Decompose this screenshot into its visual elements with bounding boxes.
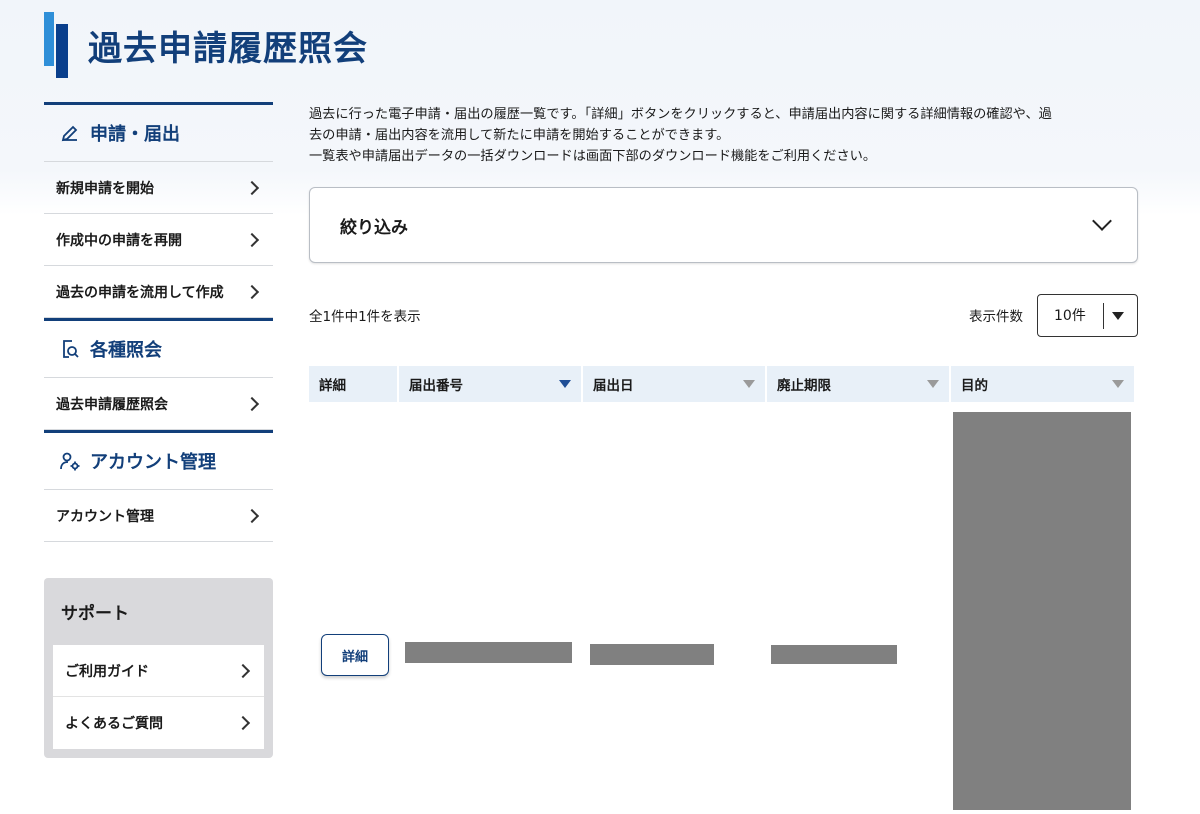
pencil-icon <box>61 125 78 142</box>
column-header-purpose[interactable]: 目的 <box>951 366 1134 402</box>
column-header-date[interactable]: 届出日 <box>583 366 765 402</box>
support-item-faq[interactable]: よくあるご質問 <box>53 697 264 749</box>
sort-icon[interactable] <box>1112 380 1124 388</box>
result-count-row: 全1件中1件を表示 表示件数 10件 <box>309 293 1138 337</box>
column-header-label: 廃止期限 <box>777 378 831 394</box>
sidebar-item-resume-draft[interactable]: 作成中の申請を再開 <box>44 214 273 266</box>
sidebar-item-history[interactable]: 過去申請履歴照会 <box>44 378 273 430</box>
sidebar-item-new-application[interactable]: 新規申請を開始 <box>44 162 273 214</box>
detail-button[interactable]: 詳細 <box>321 634 389 676</box>
support-item-guide[interactable]: ご利用ガイド <box>53 645 264 697</box>
redacted-number <box>405 642 572 663</box>
select-divider <box>1103 302 1104 329</box>
support-list: ご利用ガイド よくあるご質問 <box>53 645 264 749</box>
description-line: 去の申請・届出内容を流用して新たに申請を開始することができます。 <box>309 128 730 143</box>
description-line: 過去に行った電子申請・届出の履歴一覧です。「詳細」ボタンをクリックすると、申請届… <box>309 107 1052 122</box>
sort-icon[interactable] <box>927 380 939 388</box>
page-title: 過去申請履歴照会 <box>88 28 368 69</box>
sort-icon[interactable] <box>743 380 755 388</box>
sidebar-item-label: 過去申請履歴照会 <box>56 396 168 413</box>
chevron-down-icon <box>1092 211 1112 231</box>
page-description: 過去に行った電子申請・届出の履歴一覧です。「詳細」ボタンをクリックすると、申請届… <box>309 104 1138 167</box>
sidebar-section-heading: 各種照会 <box>90 340 162 361</box>
sidebar-section-heading: アカウント管理 <box>90 452 216 473</box>
sidebar-item-label: アカウント管理 <box>56 508 154 525</box>
sidebar-section-heading: 申請・届出 <box>90 124 180 145</box>
sidebar: 申請・届出 新規申請を開始 作成中の申請を再開 過去の申請を流用して作成 各種照… <box>44 102 273 758</box>
per-page-label: 表示件数 <box>969 309 1023 325</box>
column-header-label: 届出日 <box>593 378 634 394</box>
per-page-control: 表示件数 10件 <box>969 293 1138 337</box>
redacted-expiry <box>771 645 897 664</box>
sidebar-section-application: 申請・届出 <box>44 102 273 162</box>
sidebar-section-account: アカウント管理 <box>44 430 273 490</box>
table-header: 詳細 届出番号 届出日 廃止期限 目的 <box>309 366 1138 402</box>
sidebar-item-label: 過去の申請を流用して作成 <box>56 284 224 301</box>
chevron-right-icon <box>244 232 260 247</box>
user-gear-icon <box>60 452 80 471</box>
column-header-label: 目的 <box>961 378 988 394</box>
per-page-value: 10件 <box>1054 308 1086 324</box>
column-header-label: 詳細 <box>319 378 346 394</box>
chevron-right-icon <box>244 396 260 411</box>
column-header-detail: 詳細 <box>309 366 397 402</box>
per-page-select[interactable]: 10件 <box>1037 293 1138 337</box>
sidebar-section-inquiry: 各種照会 <box>44 318 273 378</box>
filter-label: 絞り込み <box>340 217 408 238</box>
chevron-right-icon <box>235 663 251 678</box>
support-item-label: よくあるご質問 <box>65 716 163 732</box>
sidebar-item-account[interactable]: アカウント管理 <box>44 490 273 542</box>
redacted-date <box>590 644 714 665</box>
chevron-right-icon <box>244 180 260 195</box>
sidebar-item-reuse-past[interactable]: 過去の申請を流用して作成 <box>44 266 273 318</box>
redacted-purpose <box>953 412 1131 810</box>
caret-down-icon <box>1112 311 1124 320</box>
description-line: 一覧表や申請届出データの一括ダウンロードは画面下部のダウンロード機能をご利用くだ… <box>309 149 877 164</box>
chevron-right-icon <box>235 715 251 731</box>
result-count: 全1件中1件を表示 <box>309 309 421 325</box>
chevron-right-icon <box>244 284 260 299</box>
sidebar-item-label: 作成中の申請を再開 <box>56 232 182 249</box>
column-header-number[interactable]: 届出番号 <box>399 366 581 402</box>
support-panel: サポート ご利用ガイド よくあるご質問 <box>44 578 273 758</box>
page-header: 過去申請履歴照会 <box>44 12 368 78</box>
column-header-label: 届出番号 <box>409 378 463 394</box>
chevron-right-icon <box>244 508 260 523</box>
main-content: 過去に行った電子申請・届出の履歴一覧です。「詳細」ボタンをクリックすると、申請届… <box>309 104 1138 810</box>
column-header-expiry[interactable]: 廃止期限 <box>767 366 949 402</box>
filter-accordion[interactable]: 絞り込み <box>309 187 1138 263</box>
document-search-icon <box>63 340 79 358</box>
sort-desc-icon[interactable] <box>559 380 571 388</box>
support-item-label: ご利用ガイド <box>65 663 149 680</box>
support-title: サポート <box>61 604 129 624</box>
title-accent-bar <box>44 12 68 78</box>
sidebar-item-label: 新規申請を開始 <box>56 180 154 197</box>
